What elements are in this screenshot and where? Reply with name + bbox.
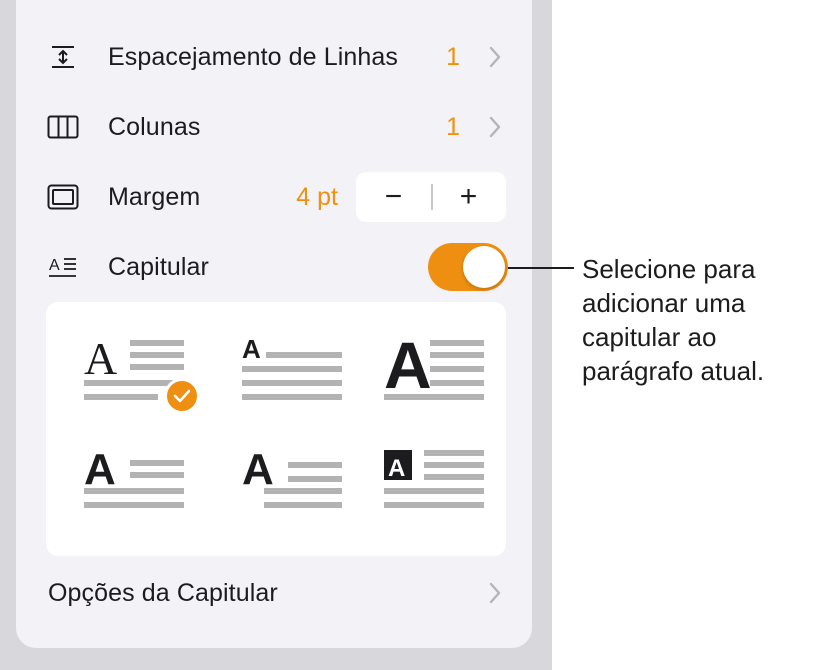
line-spacing-value: 1 xyxy=(446,42,460,71)
style-letter: A xyxy=(84,448,116,494)
style-letter: A xyxy=(242,336,261,364)
margin-stepper: − + xyxy=(356,172,506,222)
stepper-divider xyxy=(431,184,433,210)
plus-icon: + xyxy=(459,180,478,213)
chevron-right-icon xyxy=(489,582,501,604)
style-letter: A xyxy=(84,336,117,384)
margin-icon xyxy=(46,182,80,212)
chevron-right-icon xyxy=(489,116,501,138)
style-letter: A xyxy=(242,448,274,494)
drop-cap-style-inline[interactable]: A xyxy=(242,445,346,520)
callout-text: Selecione para adicionar uma capitular a… xyxy=(582,254,765,386)
style-letter: A xyxy=(388,455,405,482)
margin-row: Margem 4 pt − + xyxy=(16,162,532,232)
sidebar-frame: Espacejamento de Linhas 1 Colunas 1 Marg… xyxy=(0,0,552,670)
columns-row[interactable]: Colunas 1 xyxy=(16,92,532,162)
chevron-right-icon xyxy=(489,46,501,68)
drop-cap-options-label: Opções da Capitular xyxy=(48,578,278,607)
margin-decrement-button[interactable]: − xyxy=(356,172,431,222)
drop-cap-styles-grid: A A A A A A xyxy=(46,302,506,556)
columns-value: 1 xyxy=(446,112,460,141)
toggle-knob xyxy=(463,246,505,288)
svg-text:A: A xyxy=(49,257,60,274)
selected-checkmark-icon xyxy=(164,378,200,414)
line-spacing-row[interactable]: Espacejamento de Linhas 1 xyxy=(16,22,532,92)
drop-cap-style-small-raised[interactable]: A xyxy=(242,334,346,408)
drop-cap-row: A Capitular xyxy=(16,232,532,302)
drop-cap-label: Capitular xyxy=(108,252,209,281)
drop-cap-icon: A xyxy=(46,252,80,282)
columns-label: Colunas xyxy=(108,112,201,141)
margin-label: Margem xyxy=(108,182,201,211)
drop-cap-options-row[interactable]: Opções da Capitular xyxy=(16,558,532,628)
drop-cap-style-bold[interactable]: A xyxy=(84,445,188,520)
drop-cap-style-large-bold[interactable]: A xyxy=(384,328,488,408)
margin-increment-button[interactable]: + xyxy=(431,172,506,222)
format-panel: Espacejamento de Linhas 1 Colunas 1 Marg… xyxy=(16,0,532,648)
minus-icon: − xyxy=(384,180,403,213)
drop-cap-style-boxed[interactable]: A xyxy=(384,448,488,520)
drop-cap-toggle[interactable] xyxy=(428,243,508,291)
style-letter: A xyxy=(384,336,432,402)
columns-icon xyxy=(46,112,80,142)
callout-leader-line xyxy=(508,267,574,269)
line-spacing-label: Espacejamento de Linhas xyxy=(108,42,398,71)
line-spacing-icon xyxy=(46,42,80,72)
margin-value: 4 pt xyxy=(296,182,338,211)
